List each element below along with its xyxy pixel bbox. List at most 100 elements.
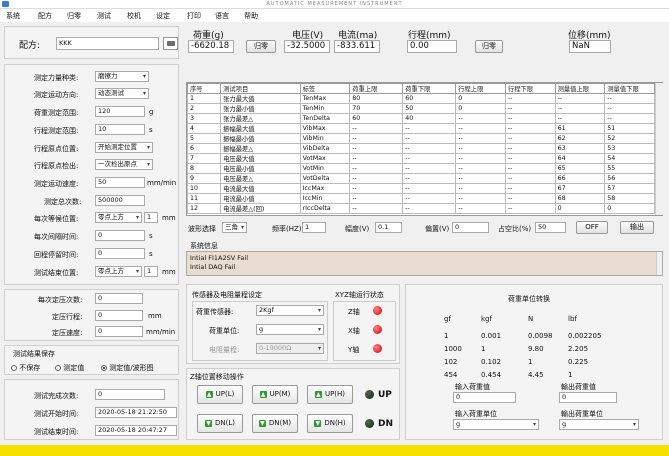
table-row[interactable]: 4 振幅最大值 VibMax -- -- -- -- 61 51	[186, 123, 655, 134]
menu-recipe[interactable]: 配方	[38, 11, 52, 21]
open-recipe-button[interactable]	[163, 37, 178, 50]
pressure-speed-input[interactable]: 0	[95, 326, 143, 337]
dn-high-button[interactable]: ▼ DN(H)	[307, 414, 353, 433]
pressure-stroke-input[interactable]: 0	[95, 310, 143, 321]
y-axis-led-icon	[373, 344, 382, 353]
dn-low-button[interactable]: ▼ DN(L)	[197, 414, 243, 433]
table-cell: 电流最大值	[220, 183, 301, 194]
menu-help[interactable]: 帮助	[244, 11, 258, 21]
table-row[interactable]: 3 张力最差△ TenDelta 60 40 -- -- -- --	[186, 113, 655, 124]
conversion-cell: 1	[481, 345, 486, 353]
table-cell: --	[349, 183, 404, 194]
table-cell: IccMin	[299, 193, 351, 204]
table-row[interactable]: 7 电压最大值 VotMax -- -- -- -- 64 54	[186, 153, 655, 164]
save-option-value[interactable]: 测定值	[55, 363, 84, 373]
return-wait-input[interactable]: 0	[95, 248, 145, 259]
table-header-row: 序号 测试项目 标签 荷重上限 荷重下限 行程上限 行程下限 测量值上限 测量值下限	[186, 83, 655, 94]
table-cell: --	[349, 173, 404, 184]
test-settings-panel: 测定力量种类: 磨擦力 测定运动方向: 动态测试 荷重测定范围: 120 g 行…	[4, 64, 179, 285]
table-row[interactable]: 8 电压最小值 VotMin -- -- -- -- 65 55	[186, 163, 655, 174]
menu-calibrate[interactable]: 校机	[127, 11, 141, 21]
save-option-wave[interactable]: 测定值/波形图	[101, 363, 154, 373]
menu-language[interactable]: 语言	[215, 11, 229, 21]
menu-zero[interactable]: 归零	[67, 11, 81, 21]
dn-status-label: DN	[378, 419, 394, 429]
conversion-cell: 1	[444, 332, 449, 340]
wait-pos-spinner[interactable]: 1	[144, 212, 158, 223]
table-cell: 53	[604, 143, 655, 154]
table-row[interactable]: 1 张力最大值 TenMax 80 60 0 -- -- --	[186, 93, 655, 104]
table-cell: --	[604, 93, 655, 104]
table-row[interactable]: 5 振幅最小值 VibMin -- -- -- -- 62 52	[186, 133, 655, 144]
stroke-range-input[interactable]: 10	[95, 124, 145, 135]
total-count-input[interactable]: 500000	[95, 195, 145, 206]
stroke-zero-button[interactable]: 归零	[475, 40, 503, 53]
save-option-none[interactable]: 不保存	[11, 363, 40, 373]
table-body: 1 张力最大值 TenMax 80 60 0 -- -- -- 2 张力最小值 TenMin 70 50 0…	[186, 93, 655, 214]
resistance-select[interactable]: 0-10000Ω	[256, 343, 324, 354]
force-type-select[interactable]: 磨擦力	[95, 71, 149, 82]
table-cell: --	[504, 93, 556, 104]
table-row[interactable]: 6 振幅最差△ VibDelta -- -- -- -- 63 53	[186, 143, 655, 154]
recipe-input[interactable]: KKK	[56, 37, 159, 50]
table-row[interactable]: 2 张力最小值 TenMin 70 50 0 -- -- --	[186, 103, 655, 114]
table-row[interactable]: 12 电流最差△(回) rIccDelta -- -- -- -- 0 0	[186, 203, 655, 214]
end-pos-select[interactable]: 零点上方	[95, 266, 142, 277]
menu-bar: 系统 配方 归零 测试 校机 设定 打印 语言 帮助	[0, 9, 669, 22]
pressure-count-input[interactable]: 0	[95, 293, 143, 304]
waveform-select[interactable]: 三角	[222, 222, 247, 233]
table-row[interactable]: 11 电流最小值 IccMin -- -- -- -- 68 58	[186, 193, 655, 204]
table-cell: --	[455, 183, 506, 194]
load-unit-select[interactable]: g	[256, 324, 324, 335]
table-row[interactable]: 10 电流最大值 IccMax -- -- -- -- 67 57	[186, 183, 655, 194]
direction-select[interactable]: 动态测试	[95, 88, 149, 99]
radio-value[interactable]	[55, 365, 61, 371]
menu-print[interactable]: 打印	[187, 11, 201, 21]
menu-settings[interactable]: 设定	[156, 11, 170, 21]
amp-input[interactable]: 0.1	[375, 222, 402, 233]
table-row[interactable]: 9 电压最差△ VotDelta -- -- -- -- 66 56	[186, 173, 655, 184]
speed-input[interactable]: 50	[95, 177, 145, 188]
offset-input[interactable]: 0	[452, 222, 489, 233]
conversion-cell: 0.454	[481, 371, 502, 379]
radio-none[interactable]	[11, 365, 17, 371]
menu-test[interactable]: 测试	[97, 11, 111, 21]
out-unit-select[interactable]: g	[559, 419, 639, 430]
duty-input[interactable]: 50	[535, 222, 566, 233]
conversion-cell: 0.002205	[568, 332, 602, 340]
in-value-input[interactable]: 0	[453, 392, 516, 403]
table-cell: 1	[186, 93, 222, 104]
output-button[interactable]: 输出	[620, 221, 654, 234]
conversion-cell: 1	[528, 358, 533, 366]
sysinfo-scrollbar[interactable]	[656, 252, 662, 275]
table-cell: 0	[455, 103, 506, 114]
interval-input[interactable]: 0	[95, 230, 145, 241]
off-button[interactable]: OFF	[576, 221, 608, 234]
end-pos-spinner[interactable]: 1	[144, 266, 158, 277]
origin-detect-select[interactable]: 一次检出原点	[95, 159, 153, 170]
dn-mid-button[interactable]: ▼ DN(M)	[252, 414, 298, 433]
load-sensor-select[interactable]: 2Kgf	[256, 305, 324, 316]
out-value-field: 0	[559, 392, 617, 403]
table-cell: --	[402, 173, 457, 184]
up-high-button[interactable]: ▲ UP(H)	[307, 385, 353, 404]
origin-select[interactable]: 开始测定位置	[95, 142, 153, 153]
load-range-input[interactable]: 120	[95, 106, 145, 117]
up-low-button[interactable]: ▲ UP(L)	[197, 385, 243, 404]
load-zero-button[interactable]: 归零	[246, 40, 276, 53]
wait-pos-select[interactable]: 零点上方	[95, 212, 142, 223]
up-mid-button[interactable]: ▲ UP(M)	[252, 385, 298, 404]
table-cell: --	[402, 193, 457, 204]
radio-wave[interactable]	[101, 365, 107, 371]
z-axis-led-icon	[373, 306, 382, 315]
menu-system[interactable]: 系统	[6, 11, 20, 21]
stroke-range-unit: s	[149, 126, 153, 134]
in-unit-select[interactable]: g	[453, 419, 539, 430]
arrow-up-icon: ▲	[259, 390, 267, 398]
table-cell: VotMax	[299, 153, 351, 164]
freq-input[interactable]: 1	[302, 222, 326, 233]
z-axis-label: Z轴	[348, 308, 360, 316]
table-cell: --	[455, 113, 506, 124]
table-scrollbar[interactable]	[655, 83, 663, 215]
done-count-label: 测试完成次数:	[34, 392, 79, 400]
